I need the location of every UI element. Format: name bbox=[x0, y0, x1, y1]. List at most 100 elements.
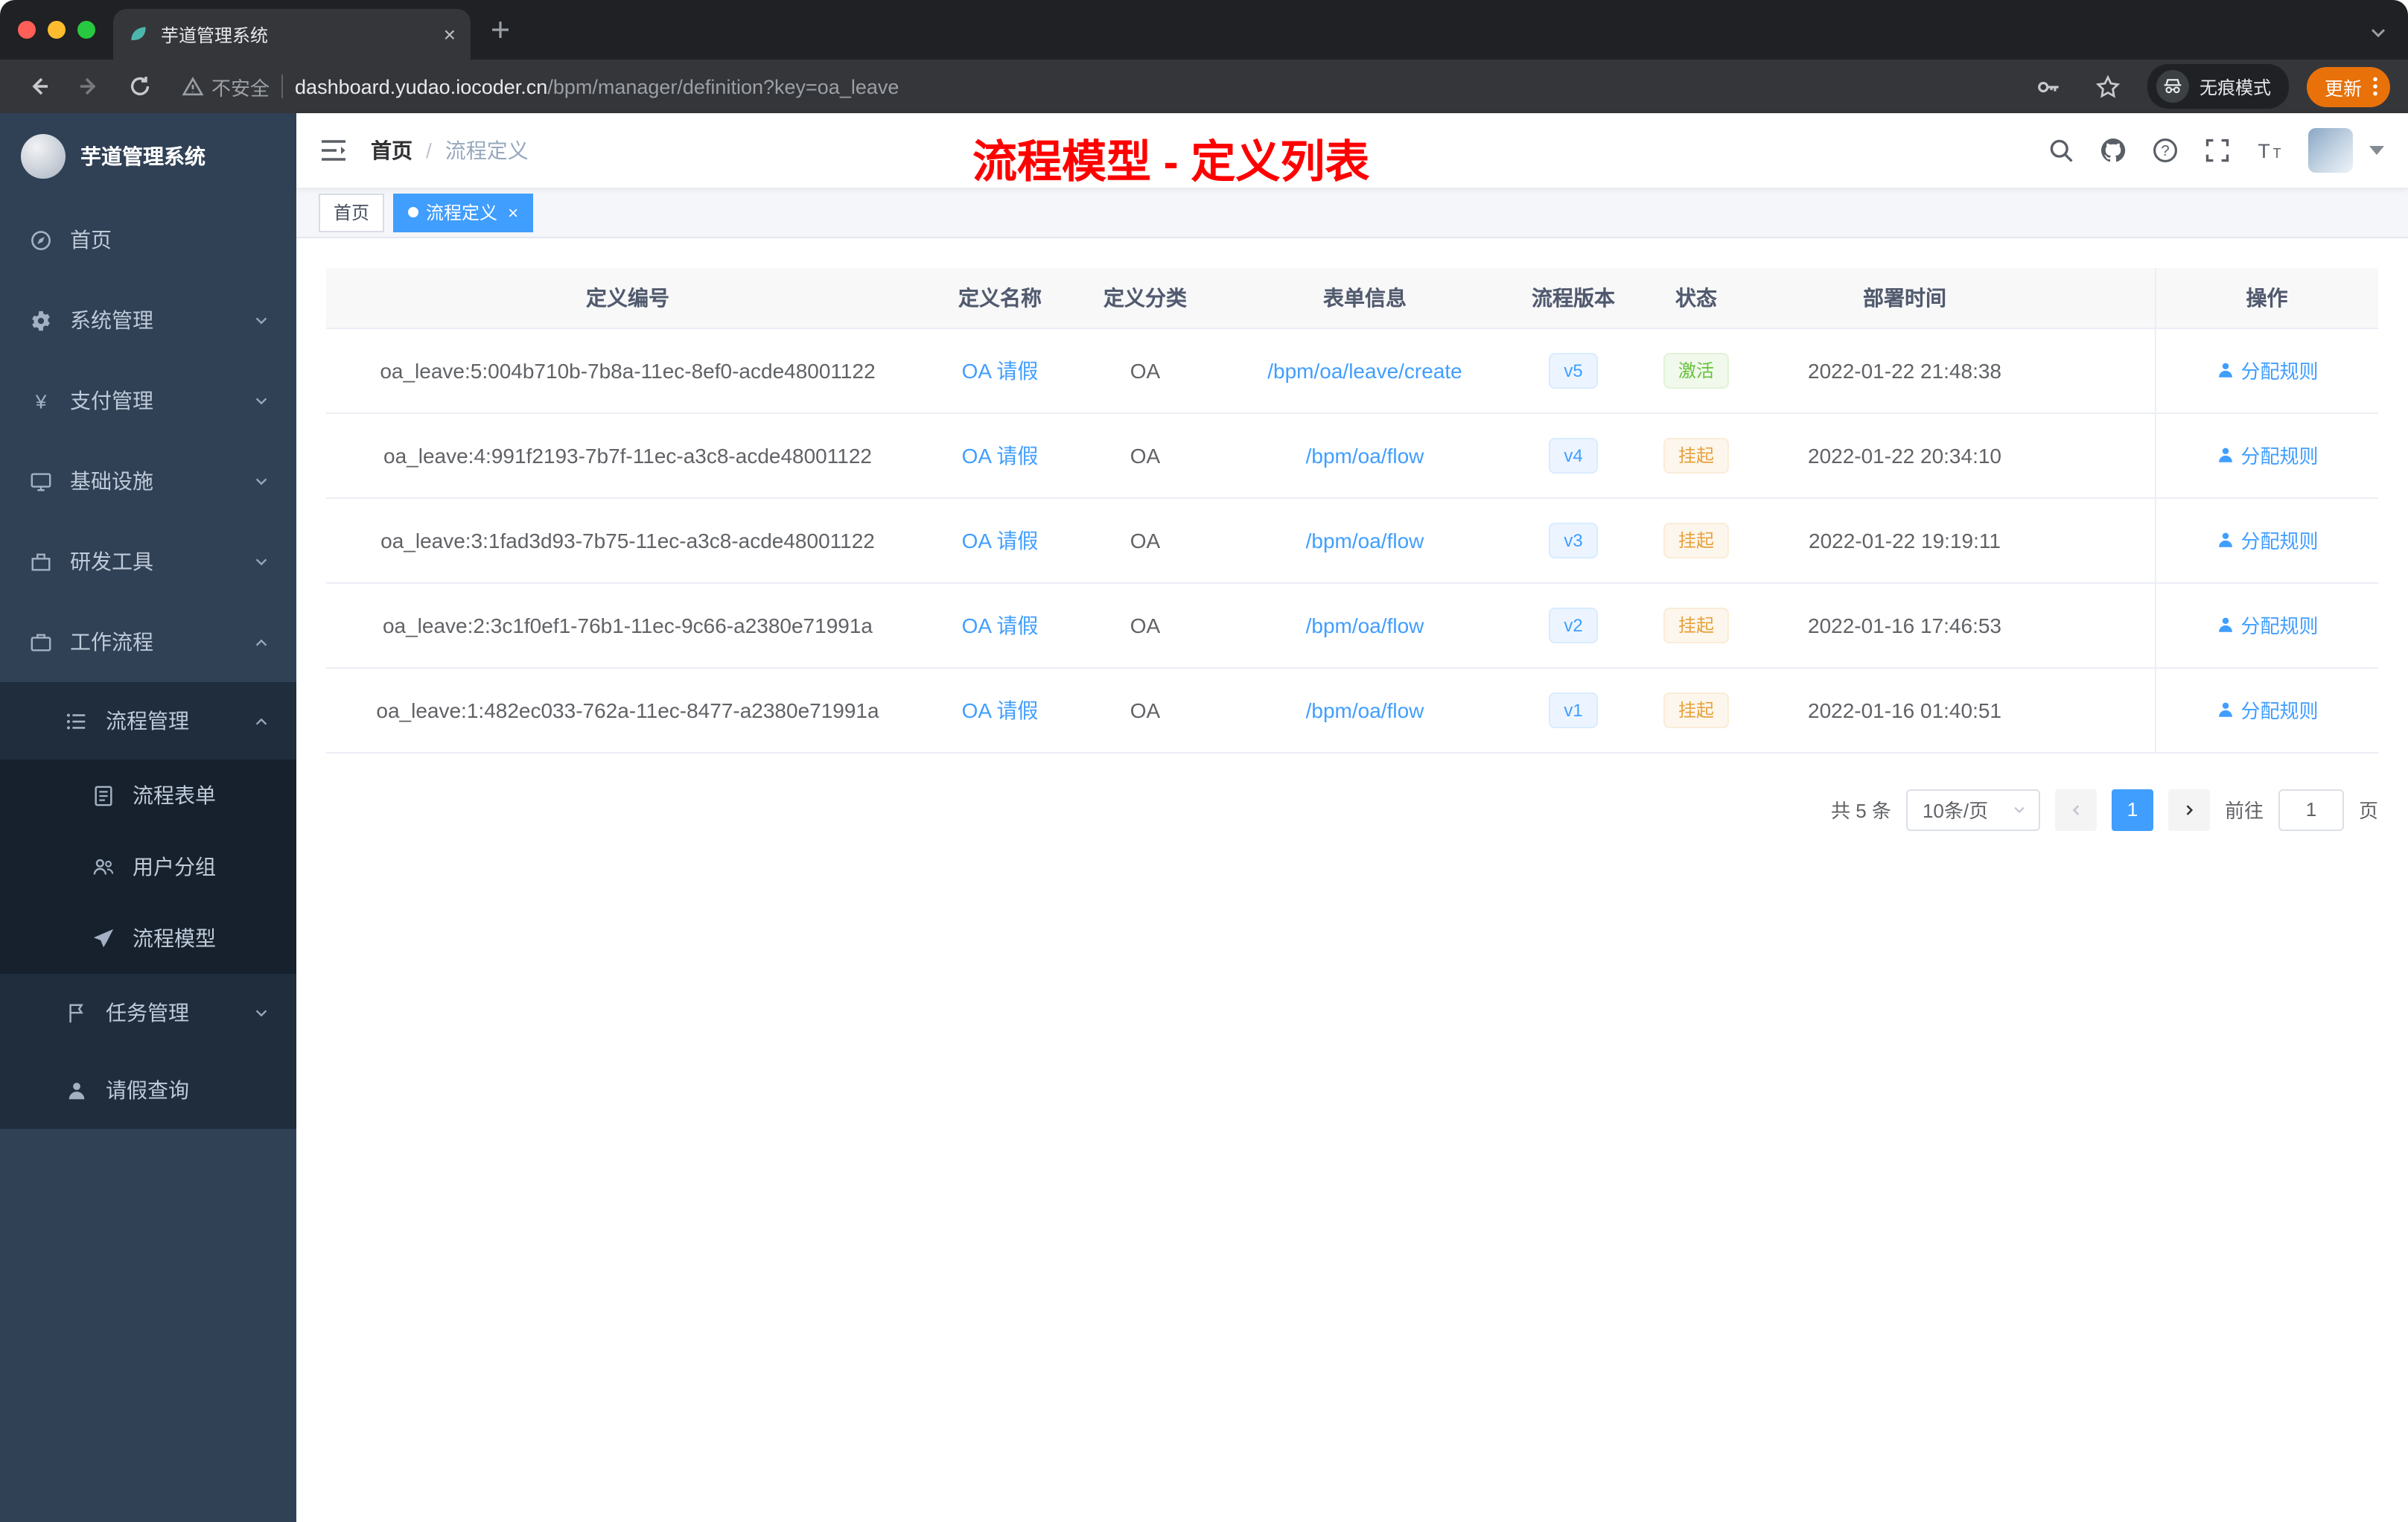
definition-name-link[interactable]: OA 请假 bbox=[962, 528, 1039, 552]
breadcrumb-separator: / bbox=[426, 138, 432, 162]
sidebar-item-infra[interactable]: 基础设施 bbox=[0, 441, 296, 521]
chevron-down-icon bbox=[255, 1009, 267, 1016]
font-size-icon[interactable]: TT bbox=[2256, 137, 2283, 164]
tag-process-definition[interactable]: 流程定义 × bbox=[393, 193, 534, 232]
svg-text:T: T bbox=[2273, 146, 2281, 161]
url-text[interactable]: dashboard.yudao.iocoder.cn/bpm/manager/d… bbox=[295, 75, 899, 98]
assign-rule-link[interactable]: 分配规则 bbox=[2215, 526, 2319, 554]
tab-close-icon[interactable]: × bbox=[444, 24, 456, 45]
cell-filler bbox=[2054, 497, 2155, 583]
form-link[interactable]: /bpm/oa/flow bbox=[1306, 443, 1424, 467]
paper-plane-icon bbox=[93, 928, 114, 947]
window-controls bbox=[18, 21, 95, 39]
header-status: 状态 bbox=[1637, 268, 1756, 328]
sidebar-item-devtools[interactable]: 研发工具 bbox=[0, 521, 296, 602]
sidebar-collapse-icon[interactable] bbox=[320, 138, 347, 162]
chevron-right-icon bbox=[2186, 804, 2194, 815]
tab-search-icon[interactable] bbox=[2369, 24, 2387, 42]
cell-filler bbox=[2054, 667, 2155, 753]
person-icon bbox=[2218, 617, 2232, 632]
close-window-button[interactable] bbox=[18, 21, 36, 39]
form-link[interactable]: /bpm/oa/leave/create bbox=[1267, 358, 1462, 382]
sidebar-item-workflow[interactable]: 工作流程 bbox=[0, 602, 296, 682]
assign-rule-link[interactable]: 分配规则 bbox=[2215, 611, 2319, 639]
svg-text:T: T bbox=[2258, 140, 2270, 162]
chevron-down-icon bbox=[255, 558, 267, 565]
browser-update-button[interactable]: 更新 bbox=[2306, 66, 2390, 106]
assign-rule-link[interactable]: 分配规则 bbox=[2215, 441, 2319, 469]
definition-name-link[interactable]: OA 请假 bbox=[962, 443, 1039, 467]
table-row: oa_leave:2:3c1f0ef1-76b1-11ec-9c66-a2380… bbox=[326, 582, 2378, 668]
avatar-caret-icon[interactable] bbox=[2369, 146, 2384, 155]
definition-name-link[interactable]: OA 请假 bbox=[962, 613, 1039, 637]
search-icon[interactable] bbox=[2048, 137, 2074, 164]
flag-icon bbox=[69, 1003, 83, 1022]
svg-text:?: ? bbox=[2161, 143, 2169, 159]
sidebar-item-process-form[interactable]: 流程表单 bbox=[0, 760, 296, 831]
active-dot bbox=[408, 207, 419, 217]
prev-page-button[interactable] bbox=[2054, 789, 2097, 830]
goto-page-input[interactable] bbox=[2278, 789, 2344, 830]
header-form-info: 表单信息 bbox=[1220, 268, 1510, 328]
status-badge: 挂起 bbox=[1663, 692, 1729, 727]
sidebar-logo[interactable]: 芋道管理系统 bbox=[0, 113, 296, 200]
version-badge: v3 bbox=[1549, 522, 1598, 558]
assign-rule-link[interactable]: 分配规则 bbox=[2215, 356, 2319, 384]
sidebar-item-payment[interactable]: ¥ 支付管理 bbox=[0, 360, 296, 441]
breadcrumb-home[interactable]: 首页 bbox=[371, 136, 413, 165]
security-label: 不安全 bbox=[211, 77, 270, 99]
cell-deploy-time: 2022-01-16 17:46:53 bbox=[1756, 582, 2054, 668]
forward-button[interactable] bbox=[69, 66, 110, 107]
address-bar[interactable]: 不安全 dashboard.yudao.iocoder.cn/bpm/manag… bbox=[182, 72, 2007, 101]
back-button[interactable] bbox=[18, 66, 60, 107]
cell-deploy-time: 2022-01-16 01:40:51 bbox=[1756, 667, 2054, 753]
definition-name-link[interactable]: OA 请假 bbox=[962, 358, 1039, 382]
bookmark-star-icon[interactable] bbox=[2088, 66, 2130, 107]
user-avatar[interactable] bbox=[2308, 128, 2353, 173]
form-link[interactable]: /bpm/oa/flow bbox=[1306, 698, 1424, 722]
sidebar-item-task-mgmt[interactable]: 任务管理 bbox=[0, 974, 296, 1051]
cell-id: oa_leave:2:3c1f0ef1-76b1-11ec-9c66-a2380… bbox=[326, 582, 929, 668]
incognito-indicator: 无痕模式 bbox=[2147, 64, 2289, 109]
tag-close-icon[interactable]: × bbox=[508, 203, 518, 221]
definition-name-link[interactable]: OA 请假 bbox=[962, 698, 1039, 722]
users-icon bbox=[93, 858, 114, 874]
header-definition-category: 定义分类 bbox=[1071, 268, 1220, 328]
security-chip[interactable]: 不安全 bbox=[182, 72, 270, 101]
chevron-up-icon bbox=[255, 717, 267, 725]
browser-tab-strip: 芋道管理系统 × bbox=[0, 0, 2408, 60]
reload-button[interactable] bbox=[119, 66, 161, 107]
sidebar-item-process-mgmt[interactable]: 流程管理 bbox=[0, 682, 296, 760]
sidebar-item-home[interactable]: 首页 bbox=[0, 200, 296, 280]
cell-category: OA bbox=[1071, 328, 1220, 413]
form-link[interactable]: /bpm/oa/flow bbox=[1306, 613, 1424, 637]
assign-rule-link[interactable]: 分配规则 bbox=[2215, 695, 2319, 724]
header-deploy-time: 部署时间 bbox=[1756, 268, 2054, 328]
fullscreen-icon[interactable] bbox=[2204, 137, 2231, 164]
sidebar-item-process-model[interactable]: 流程模型 bbox=[0, 902, 296, 974]
cell-category: OA bbox=[1071, 497, 1220, 583]
logo-avatar bbox=[21, 134, 66, 179]
navbar-right: ? TT bbox=[2048, 128, 2384, 173]
sidebar-item-system[interactable]: 系统管理 bbox=[0, 280, 296, 360]
next-page-button[interactable] bbox=[2167, 789, 2210, 830]
omnibox-divider bbox=[281, 74, 284, 98]
content: 定义编号 定义名称 定义分类 表单信息 流程版本 状态 部署时间 操作 oa_l… bbox=[296, 238, 2408, 1522]
form-link[interactable]: /bpm/oa/flow bbox=[1306, 528, 1424, 552]
browser-tab[interactable]: 芋道管理系统 × bbox=[113, 9, 471, 60]
page-1-button[interactable]: 1 bbox=[2111, 789, 2153, 830]
page-size-select[interactable]: 10条/页 bbox=[1905, 789, 2040, 830]
minimize-window-button[interactable] bbox=[48, 21, 66, 39]
sidebar-item-leave-query[interactable]: 请假查询 bbox=[0, 1051, 296, 1129]
zoom-window-button[interactable] bbox=[77, 21, 95, 39]
svg-text:¥: ¥ bbox=[35, 389, 47, 412]
chevron-down-icon bbox=[2014, 806, 2025, 813]
tag-home[interactable]: 首页 bbox=[319, 193, 385, 232]
github-icon[interactable] bbox=[2100, 137, 2127, 164]
new-tab-button[interactable] bbox=[488, 18, 512, 42]
person-icon bbox=[69, 1082, 85, 1099]
help-icon[interactable]: ? bbox=[2152, 137, 2179, 164]
sidebar-item-user-group[interactable]: 用户分组 bbox=[0, 831, 296, 902]
password-key-icon[interactable] bbox=[2028, 66, 2070, 107]
header-operations: 操作 bbox=[2154, 268, 2378, 328]
